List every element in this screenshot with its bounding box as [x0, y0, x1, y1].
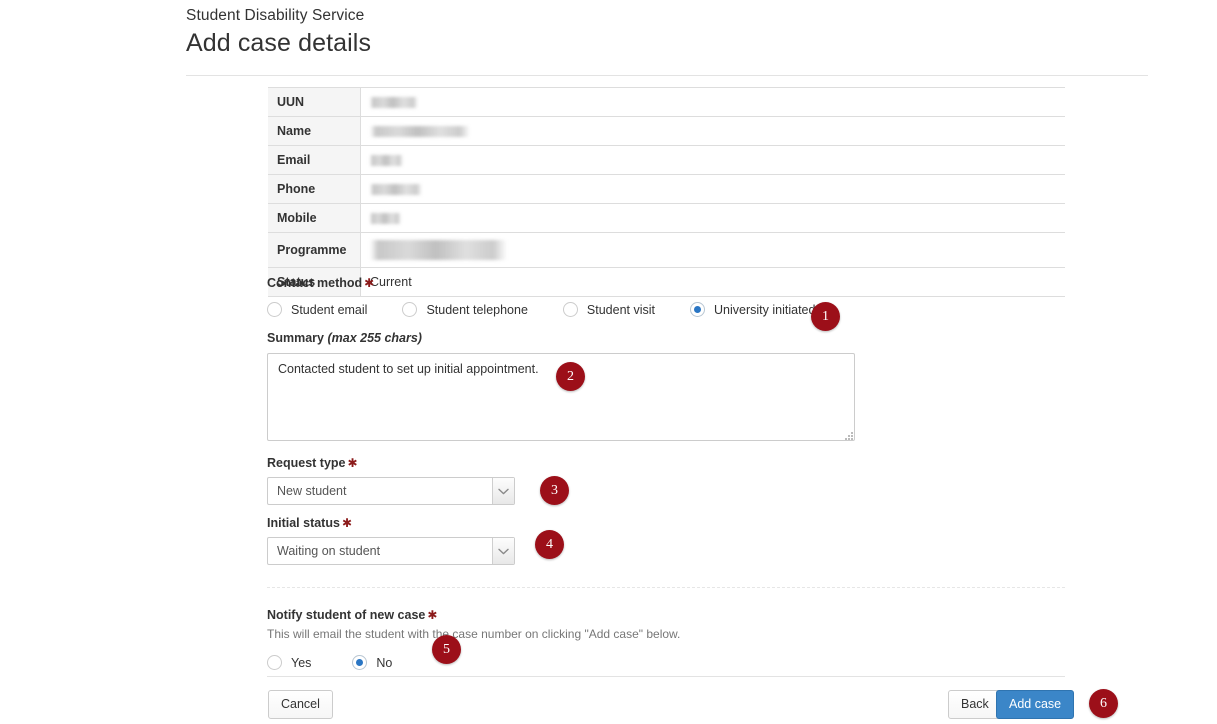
request-type-select[interactable]: New student [267, 477, 515, 505]
initial-status-label: Initial status ✱ [267, 516, 1067, 530]
case-details-form: Contact method ✱ Student email Student tel… [267, 276, 1067, 670]
summary-label-hint: (max 255 chars) [327, 331, 422, 345]
detail-label: Phone [267, 174, 361, 204]
contact-method-radio-group[interactable]: Student email Student telephone Student vi… [267, 302, 1067, 317]
radio-button[interactable] [402, 302, 418, 317]
radio-button[interactable] [267, 302, 282, 317]
notify-student-field: Notify student of new case ✱ This will em… [267, 608, 1067, 670]
header-divider [186, 75, 1148, 76]
radio-option[interactable]: Yes [267, 655, 311, 670]
radio-button-selected[interactable] [690, 302, 706, 317]
radio-option-label: Student email [291, 302, 368, 317]
request-type-label: Request type ✱ [267, 456, 1067, 470]
detail-value [361, 146, 1066, 175]
radio-option-label: Student telephone [426, 302, 528, 317]
notify-student-radio-group[interactable]: Yes No [267, 655, 1067, 670]
redacted-value [370, 155, 403, 167]
contact-method-label: Contact method ✱ [267, 276, 1067, 290]
notify-student-label: Notify student of new case ✱ [267, 608, 1067, 622]
add-case-button[interactable]: Add case [996, 690, 1075, 719]
initial-status-label-text: Initial status [267, 516, 340, 530]
required-asterisk-icon: ✱ [341, 516, 352, 530]
annotation-badge: 4 [535, 530, 564, 559]
summary-textarea-wrapper [267, 345, 857, 444]
table-row: UUN [267, 87, 1066, 117]
initial-status-field: Initial status ✱ Waiting on student [267, 516, 1067, 565]
table-row: Name [267, 116, 1066, 146]
detail-value [361, 204, 1066, 233]
detail-label: Programme [267, 232, 361, 268]
detail-label: Email [267, 145, 361, 175]
table-row: Mobile [267, 203, 1066, 233]
annotation-badge: 1 [811, 302, 840, 331]
radio-option[interactable]: No [352, 655, 392, 670]
radio-option[interactable]: Student visit [562, 302, 656, 317]
notify-student-help-text: This will email the student with the cas… [267, 627, 681, 641]
required-asterisk-icon: ✱ [347, 456, 358, 470]
student-details-table: UUN Name Email Phone Mobile Programme Status Cu… [267, 87, 1065, 297]
redacted-value [370, 126, 470, 138]
radio-button[interactable] [267, 655, 282, 670]
annotation-badge: 6 [1089, 689, 1118, 718]
back-button[interactable]: Back [948, 690, 1002, 719]
student-details-body: UUN Name Email Phone Mobile Programme Status Cu… [267, 87, 1066, 297]
radio-option[interactable]: Student email [267, 302, 367, 317]
redacted-value [370, 213, 401, 225]
table-row: Programme [267, 232, 1066, 268]
annotation-badge: 2 [556, 362, 585, 391]
contact-method-field: Contact method ✱ Student email Student tel… [267, 276, 1067, 317]
radio-option[interactable]: Student telephone [402, 302, 528, 317]
radio-option-label: Student visit [586, 302, 656, 317]
redacted-value [370, 184, 422, 196]
notify-student-label-text: Notify student of new case [267, 608, 426, 622]
radio-option-label: No [376, 655, 393, 670]
table-row: Email [267, 145, 1066, 175]
section-divider [267, 587, 1065, 588]
annotation-badge: 3 [540, 476, 569, 505]
detail-label: Mobile [267, 203, 361, 233]
request-type-field: Request type ✱ New student [267, 456, 1067, 505]
chevron-down-icon[interactable] [492, 538, 514, 564]
chevron-down-icon[interactable] [492, 478, 514, 504]
radio-option-label: University initiated [714, 302, 816, 317]
detail-label: Name [267, 116, 361, 146]
cancel-button[interactable]: Cancel [268, 690, 333, 719]
summary-label-text: Summary [267, 331, 324, 345]
request-type-selected-value: New student [277, 484, 347, 498]
detail-value [361, 88, 1066, 117]
service-name: Student Disability Service [186, 7, 365, 24]
table-row: Phone [267, 174, 1066, 204]
initial-status-select[interactable]: Waiting on student [267, 537, 515, 565]
required-asterisk-icon: ✱ [364, 276, 375, 290]
contact-method-label-text: Contact method [267, 276, 363, 290]
annotation-badge: 5 [432, 635, 461, 664]
radio-option-label: Yes [291, 655, 312, 670]
redacted-value [370, 97, 418, 109]
detail-value [361, 175, 1066, 204]
initial-status-selected-value: Waiting on student [277, 544, 381, 558]
summary-field: Summary (max 255 chars) [267, 331, 1067, 444]
detail-value [361, 233, 1066, 268]
radio-button-selected[interactable] [352, 655, 368, 670]
summary-label: Summary (max 255 chars) [267, 331, 1067, 345]
detail-label: UUN [267, 87, 361, 117]
detail-value [361, 117, 1066, 146]
required-asterisk-icon: ✱ [427, 608, 438, 622]
page-title: Add case details [186, 29, 372, 57]
radio-button[interactable] [562, 302, 578, 317]
request-type-label-text: Request type [267, 456, 346, 470]
radio-option[interactable]: University initiated [690, 302, 815, 317]
page-header: Student Disability Service Add case deta… [186, 0, 1148, 76]
footer-divider [267, 676, 1065, 677]
redacted-value [370, 240, 507, 260]
